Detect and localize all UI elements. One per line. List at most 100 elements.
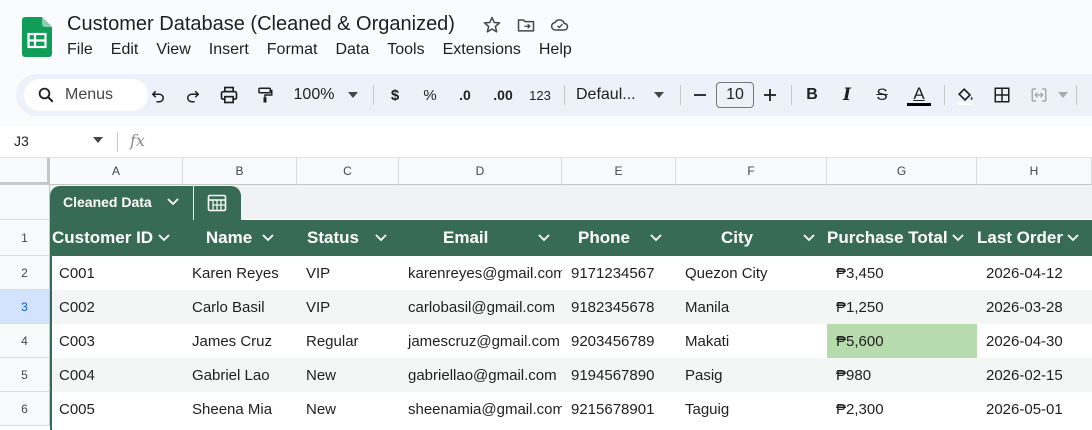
cell-email[interactable]: gabriellao@gmail.com: [399, 358, 562, 392]
column-header-g[interactable]: G: [827, 158, 977, 185]
cell-last-order[interactable]: 2026-04-12: [977, 256, 1092, 290]
cell-phone[interactable]: 9215678901: [562, 392, 676, 426]
document-title[interactable]: Customer Database (Cleaned & Organized): [67, 13, 455, 36]
select-all-corner[interactable]: [0, 158, 50, 185]
table-tab[interactable]: Cleaned Data: [50, 186, 241, 220]
cell-status[interactable]: New: [297, 392, 399, 426]
column-header-c[interactable]: C: [297, 158, 399, 185]
borders-icon[interactable]: [990, 74, 1014, 116]
cell-name[interactable]: Karen Reyes: [183, 256, 297, 290]
row-header-5[interactable]: 5: [0, 358, 50, 392]
cell-purchase-total[interactable]: ₱980: [827, 358, 977, 392]
number-format-button[interactable]: 123: [526, 74, 554, 116]
fill-color-icon[interactable]: [953, 74, 977, 116]
menu-insert[interactable]: Insert: [200, 40, 258, 60]
print-icon[interactable]: [217, 74, 241, 116]
cell-last-order[interactable]: 2026-05-01: [977, 392, 1092, 426]
menu-data[interactable]: Data: [326, 40, 378, 60]
decrease-decimal-button[interactable]: .0: [453, 74, 477, 116]
cell-purchase-total-highlighted[interactable]: ₱5,600: [827, 324, 977, 358]
header-email[interactable]: Email: [399, 220, 562, 256]
cell-customer-id[interactable]: C001: [50, 256, 183, 290]
cell-email[interactable]: carlobasil@gmail.com: [399, 290, 562, 324]
cell-purchase-total[interactable]: ₱3,450: [827, 256, 977, 290]
column-menu-chevron-down-icon[interactable]: [538, 234, 550, 242]
cell-phone[interactable]: 9194567890: [562, 358, 676, 392]
cell-name[interactable]: Sheena Mia: [183, 392, 297, 426]
cell-phone[interactable]: 9171234567: [562, 256, 676, 290]
cell-email[interactable]: jamescruz@gmail.com: [399, 324, 562, 358]
cell-city[interactable]: Taguig: [676, 392, 827, 426]
name-box[interactable]: J3: [14, 133, 29, 149]
percent-format-button[interactable]: %: [421, 74, 439, 116]
row-header-2[interactable]: 2: [0, 256, 50, 290]
header-city[interactable]: City: [676, 220, 827, 256]
menu-view[interactable]: View: [147, 40, 199, 60]
cell-last-order[interactable]: 2026-02-15: [977, 358, 1092, 392]
italic-button[interactable]: I: [836, 74, 858, 116]
row-header-1[interactable]: 1: [0, 220, 50, 256]
header-customer-id[interactable]: Customer ID: [52, 220, 183, 256]
search-menus-button[interactable]: Menus: [24, 79, 148, 111]
row-header-6[interactable]: 6: [0, 392, 50, 426]
cell-customer-id[interactable]: C005: [50, 392, 183, 426]
row-header-4[interactable]: 4: [0, 324, 50, 358]
row-header-3[interactable]: 3: [0, 290, 50, 324]
cell-city[interactable]: Makati: [676, 324, 827, 358]
paint-format-icon[interactable]: [253, 74, 277, 116]
cell-email[interactable]: karenreyes@gmail.com: [399, 256, 562, 290]
cell-customer-id[interactable]: C004: [50, 358, 183, 392]
cell-phone[interactable]: 9182345678: [562, 290, 676, 324]
cell-purchase-total[interactable]: ₱2,300: [827, 392, 977, 426]
column-menu-chevron-down-icon[interactable]: [951, 234, 964, 242]
cell-phone[interactable]: 9203456789: [562, 324, 676, 358]
menu-edit[interactable]: Edit: [102, 40, 148, 60]
column-header-f[interactable]: F: [676, 158, 827, 185]
cell-city[interactable]: Pasig: [676, 358, 827, 392]
menu-tools[interactable]: Tools: [378, 40, 433, 60]
menu-help[interactable]: Help: [530, 40, 581, 60]
font-select[interactable]: Defaul...: [576, 74, 646, 116]
name-box-chevron-down-icon[interactable]: [93, 137, 103, 143]
redo-icon[interactable]: [181, 74, 205, 116]
column-header-e[interactable]: E: [562, 158, 676, 185]
cell-last-order[interactable]: 2026-03-28: [977, 290, 1092, 324]
undo-icon[interactable]: [146, 74, 170, 116]
table-menu-chevron-down-icon[interactable]: [167, 198, 179, 206]
menu-file[interactable]: File: [58, 40, 102, 60]
cell-name[interactable]: James Cruz: [183, 324, 297, 358]
column-menu-chevron-down-icon[interactable]: [262, 234, 274, 242]
header-last-order[interactable]: Last Order: [977, 220, 1092, 256]
column-header-d[interactable]: D: [399, 158, 562, 185]
table-view-icon[interactable]: [207, 194, 227, 212]
zoom-select[interactable]: 100%: [288, 74, 340, 116]
cell-purchase-total[interactable]: ₱1,250: [827, 290, 977, 324]
column-header-h[interactable]: H: [977, 158, 1092, 185]
star-icon[interactable]: [481, 14, 503, 36]
decrease-font-size-icon[interactable]: [690, 74, 710, 116]
sheets-logo-icon[interactable]: [22, 17, 52, 57]
strikethrough-button[interactable]: S: [871, 74, 893, 116]
menu-extensions[interactable]: Extensions: [434, 40, 530, 60]
cloud-status-icon[interactable]: [549, 14, 571, 36]
cell-city[interactable]: Manila: [676, 290, 827, 324]
column-menu-chevron-down-icon[interactable]: [375, 234, 387, 242]
cell-customer-id[interactable]: C002: [50, 290, 183, 324]
cell-name[interactable]: Gabriel Lao: [183, 358, 297, 392]
increase-font-size-icon[interactable]: [760, 74, 780, 116]
column-header-b[interactable]: B: [183, 158, 297, 185]
header-name[interactable]: Name: [183, 220, 297, 256]
column-menu-chevron-down-icon[interactable]: [158, 234, 170, 242]
column-header-a[interactable]: A: [50, 158, 183, 185]
font-chevron-down-icon[interactable]: [652, 74, 666, 116]
header-phone[interactable]: Phone: [562, 220, 676, 256]
cell-name[interactable]: Carlo Basil: [183, 290, 297, 324]
menu-format[interactable]: Format: [258, 40, 327, 60]
column-menu-chevron-down-icon[interactable]: [650, 234, 662, 242]
increase-decimal-button[interactable]: .00: [489, 74, 517, 116]
font-size-input[interactable]: 10: [716, 82, 754, 108]
cell-status[interactable]: VIP: [297, 290, 399, 324]
cell-email[interactable]: sheenamia@gmail.com: [399, 392, 562, 426]
cell-city[interactable]: Quezon City: [676, 256, 827, 290]
cell-customer-id[interactable]: C003: [50, 324, 183, 358]
